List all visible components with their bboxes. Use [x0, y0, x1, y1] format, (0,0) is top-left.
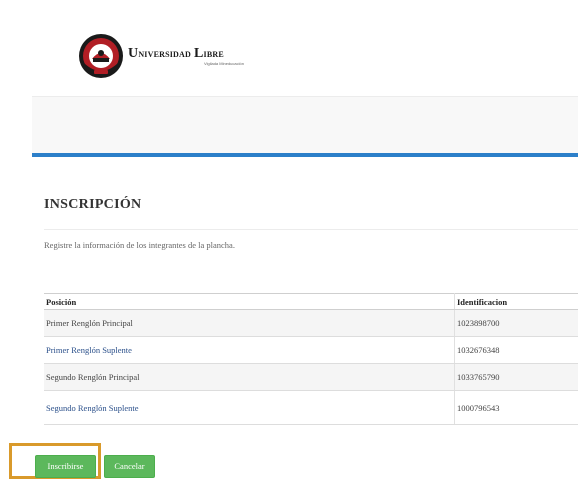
inscribirse-button[interactable]: Inscribirse	[35, 455, 96, 478]
cell-position: Primer Renglón Principal	[44, 309, 455, 337]
column-header-identification: Identificacion	[454, 293, 578, 310]
table-row: Segundo Renglón Suplente 1000796543	[44, 390, 578, 425]
university-name: Universidad Libre	[128, 46, 224, 61]
table-row: Primer Renglón Suplente 1032676348	[44, 336, 578, 364]
header: Universidad Libre Vigilada Mineducación	[0, 0, 578, 95]
cell-position: Primer Renglón Suplente	[44, 336, 455, 364]
cell-identification: 1032676348	[454, 336, 578, 364]
members-table: Posición Identificacion Primer Renglón P…	[44, 293, 578, 425]
nav-band	[32, 96, 578, 154]
table-row: Primer Renglón Principal 1023898700	[44, 309, 578, 337]
table-header-row: Posición Identificacion	[44, 293, 578, 310]
column-header-position: Posición	[44, 293, 455, 310]
table-row: Segundo Renglón Principal 1033765790	[44, 363, 578, 391]
cell-identification: 1033765790	[454, 363, 578, 391]
title-divider	[44, 229, 578, 230]
page-description: Registre la información de los integrant…	[44, 240, 235, 250]
university-wordmark: Universidad Libre Vigilada Mineducación	[128, 46, 244, 66]
university-logo[interactable]: Universidad Libre Vigilada Mineducación	[78, 33, 244, 79]
cell-identification: 1000796543	[454, 390, 578, 425]
cell-position: Segundo Renglón Suplente	[44, 390, 455, 425]
university-seal-icon	[79, 34, 123, 78]
nav-accent-bar	[32, 153, 578, 157]
cell-position: Segundo Renglón Principal	[44, 363, 455, 391]
page-title: INSCRIPCIÓN	[44, 197, 142, 212]
page: Universidad Libre Vigilada Mineducación …	[0, 0, 578, 484]
university-tagline: Vigilada Mineducación	[204, 61, 244, 66]
cancel-button[interactable]: Cancelar	[104, 455, 155, 478]
cell-identification: 1023898700	[454, 309, 578, 337]
